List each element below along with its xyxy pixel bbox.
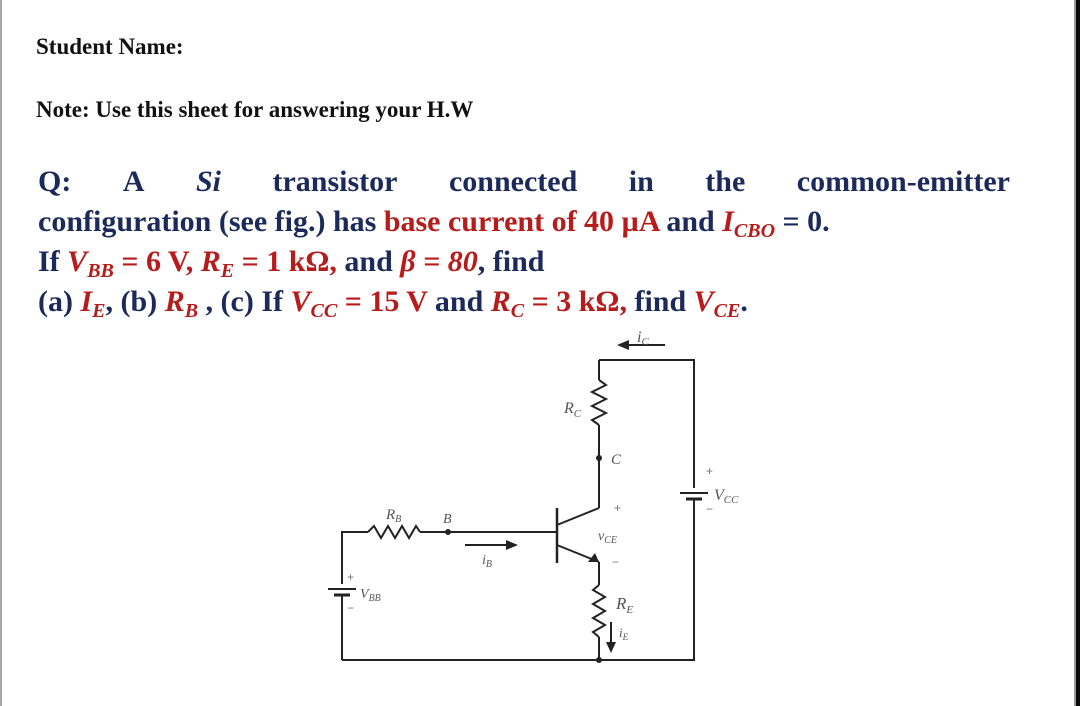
vcc-minus: − [706,502,713,516]
rc-label: RC [563,400,582,420]
resistor-rc [589,379,609,426]
wire-vcc-bottom [599,506,695,661]
resistor-rb [367,524,421,540]
vbb-plus: + [347,570,354,584]
transistor-collector-leg [556,507,600,526]
vce-minus: − [612,555,619,569]
vce-plus: + [614,501,621,515]
ie-arrowhead [606,642,616,653]
node-ground [596,657,602,663]
node-c [596,455,602,461]
ib-label: iB [482,553,492,570]
circuit-diagram: iC RC C + VCC − RB B iB + vCE − + VBB − … [328,329,739,663]
wire-left-top [341,531,368,584]
vcc-label: VCC [714,487,739,506]
c-node-label: C [611,452,622,468]
rb-label: RB [385,507,401,525]
vbb-minus: − [347,601,354,615]
re-label: RE [615,594,633,616]
vbb-label: VBB [360,587,381,604]
ib-arrowhead [506,540,518,550]
vce-label: vCE [598,529,617,546]
b-node-label: B [443,512,452,527]
ic-arrowhead [617,340,629,350]
node-b [445,529,451,535]
resistor-re [591,584,607,638]
wire-top [599,359,695,488]
ic-label: iC [637,329,649,348]
ie-label: iE [619,625,629,642]
vcc-plus: + [706,464,713,478]
